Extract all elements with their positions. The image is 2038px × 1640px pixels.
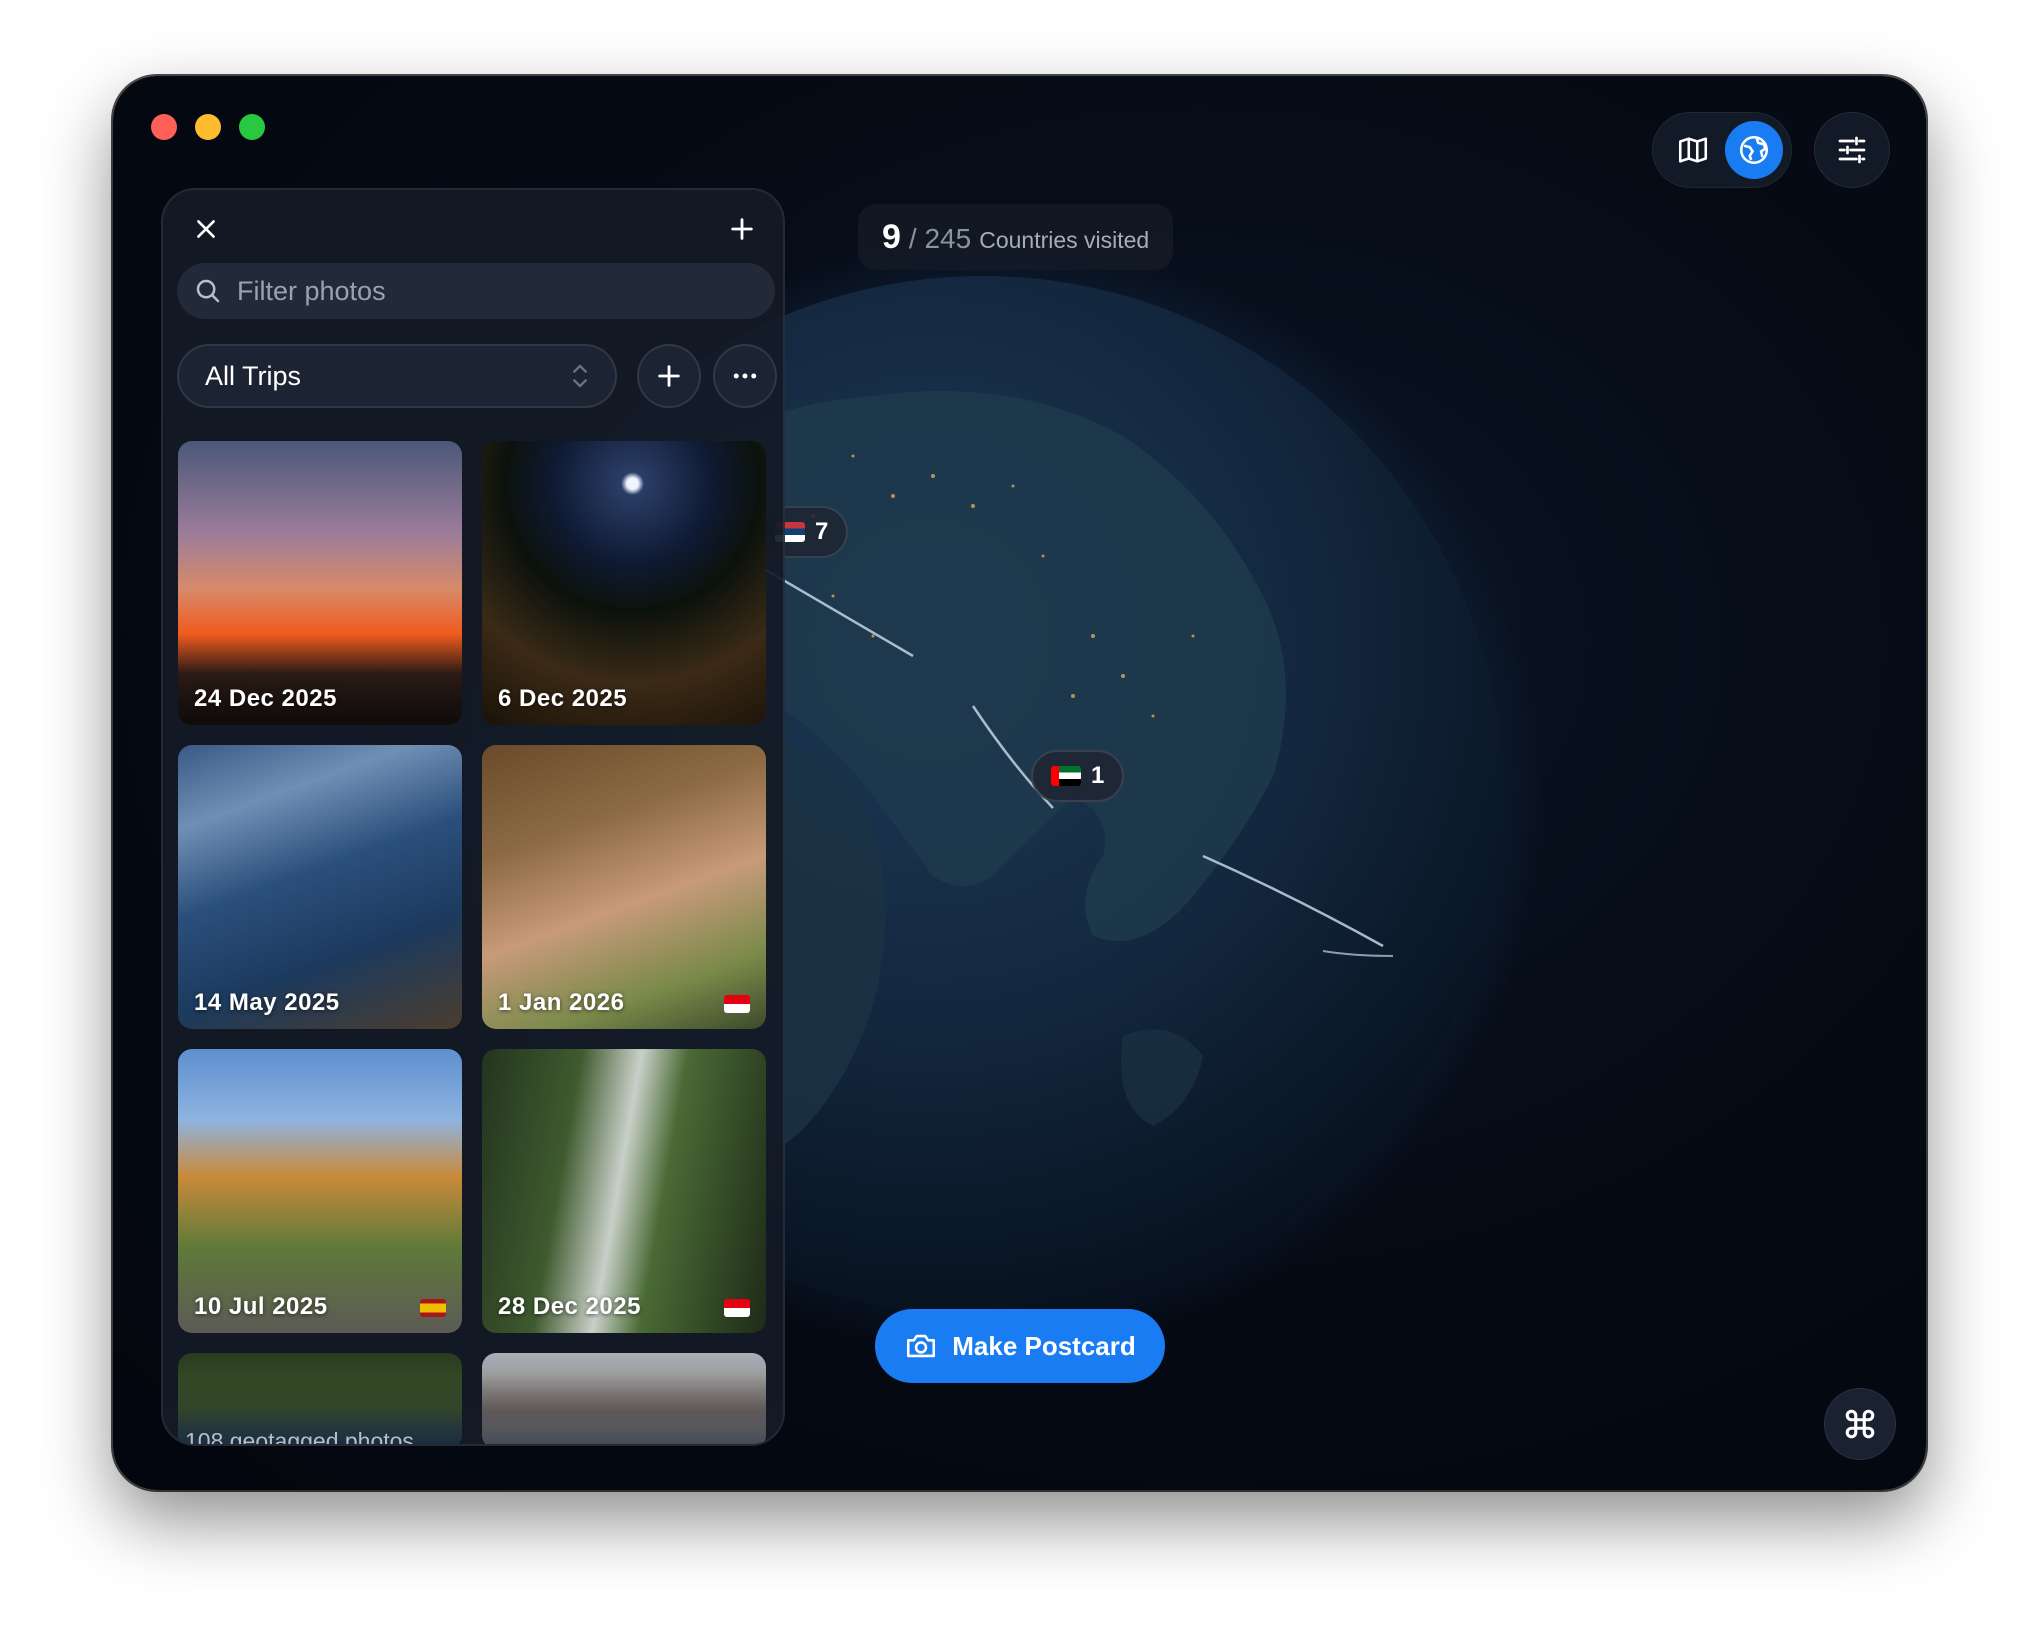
photo-date: 6 Dec 2025 — [498, 685, 628, 712]
add-photo-button[interactable] — [721, 208, 763, 250]
photo-date: 10 Jul 2025 — [194, 1293, 328, 1320]
make-postcard-button[interactable]: Make Postcard — [875, 1309, 1165, 1383]
filter-photos-input[interactable] — [237, 275, 757, 307]
more-options-button[interactable] — [713, 344, 777, 408]
photo-grid: 24 Dec 2025 6 Dec 2025 14 May 2025 1 Jan… — [178, 441, 770, 1444]
plus-icon — [658, 365, 680, 387]
map-icon — [1678, 137, 1708, 163]
close-icon — [197, 220, 215, 238]
filter-search-bar[interactable] — [177, 263, 775, 319]
sliders-icon — [1838, 136, 1866, 164]
indonesia-flag-icon — [724, 1299, 750, 1317]
photo-date: 14 May 2025 — [194, 989, 340, 1016]
geotagged-count: 108 geotagged photos — [185, 1428, 414, 1446]
make-postcard-label: Make Postcard — [952, 1330, 1136, 1361]
photo-date: 28 Dec 2025 — [498, 1293, 641, 1320]
photo-date: 1 Jan 2026 — [498, 989, 625, 1016]
photo-thumbnail[interactable] — [482, 1353, 766, 1444]
total-count: / 245 — [908, 223, 972, 254]
countries-visited-counter: 9 / 245 Countries visited — [858, 204, 1174, 270]
photo-thumbnail[interactable]: 28 Dec 2025 — [482, 1049, 766, 1333]
trip-filter-select[interactable]: All Trips — [177, 344, 617, 408]
chevron-updown-icon — [573, 364, 587, 388]
add-trip-button[interactable] — [637, 344, 701, 408]
search-icon — [196, 279, 220, 303]
trip-filter-value: All Trips — [205, 360, 302, 391]
camera-icon — [907, 1334, 936, 1358]
globe-icon — [1739, 135, 1769, 165]
photo-sidebar: All Trips 24 Dec 2025 6 Dec 2025 14 May … — [161, 188, 785, 1446]
app-window: 9 / 245 Countries visited 1 7 Make Postc… — [113, 76, 1926, 1490]
marker-count: 1 — [1091, 762, 1105, 789]
map-view-button[interactable] — [1671, 128, 1715, 172]
visited-count: 9 — [882, 218, 901, 256]
marker-count: 7 — [815, 518, 829, 545]
photo-thumbnail[interactable]: 14 May 2025 — [178, 745, 462, 1029]
close-sidebar-button[interactable] — [185, 208, 227, 250]
settings-button[interactable] — [1814, 112, 1890, 188]
more-icon — [733, 373, 757, 379]
plus-icon — [731, 218, 753, 240]
globe-view-button[interactable] — [1725, 121, 1783, 179]
indonesia-flag-icon — [724, 995, 750, 1013]
command-icon — [1845, 1409, 1875, 1439]
command-button[interactable] — [1824, 1388, 1896, 1460]
photo-date: 24 Dec 2025 — [194, 685, 337, 712]
spain-flag-icon — [420, 1299, 446, 1317]
visited-label: Countries visited — [979, 227, 1150, 253]
view-toggle — [1652, 112, 1792, 188]
country-marker-uae[interactable]: 1 — [1031, 750, 1125, 802]
photo-thumbnail[interactable]: 6 Dec 2025 — [482, 441, 766, 725]
photo-thumbnail[interactable]: 24 Dec 2025 — [178, 441, 462, 725]
photo-thumbnail[interactable]: 10 Jul 2025 — [178, 1049, 462, 1333]
uae-flag-icon — [1051, 766, 1081, 786]
photo-thumbnail[interactable]: 1 Jan 2026 — [482, 745, 766, 1029]
